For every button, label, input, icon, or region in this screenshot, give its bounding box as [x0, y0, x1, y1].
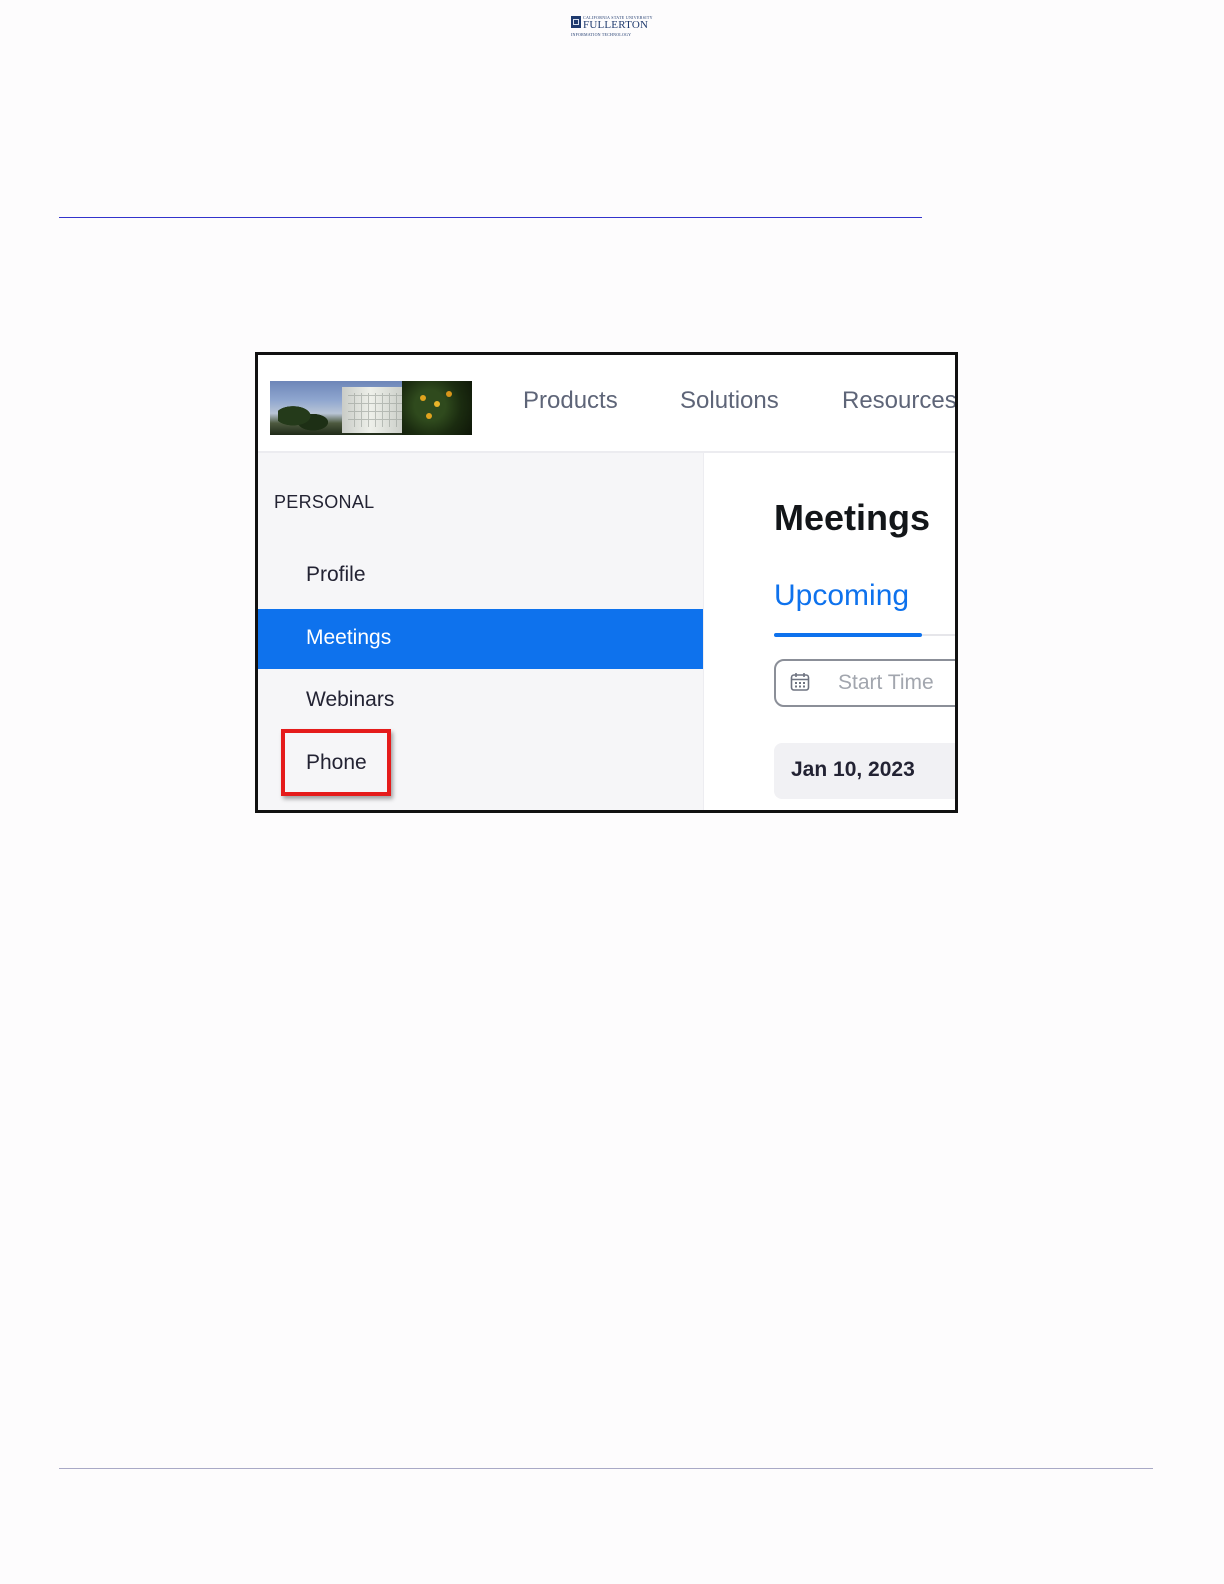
meeting-date-group: Jan 10, 2023 [774, 743, 955, 799]
sidebar-item-webinars[interactable]: Webinars [258, 671, 703, 731]
campus-photo-logo[interactable] [270, 381, 472, 435]
nav-resources[interactable]: Resources [842, 387, 955, 415]
site-header: Products Solutions Resources [258, 355, 955, 453]
instruction-screenshot: Products Solutions Resources PERSONAL Pr… [255, 352, 958, 813]
logo-line-2: FULLERTON [583, 19, 649, 31]
sidebar-item-meetings[interactable]: Meetings [258, 609, 703, 669]
sidebar-item-label: Profile [306, 563, 366, 586]
active-tab-indicator [774, 633, 922, 637]
sidebar-section-personal: PERSONAL [274, 492, 375, 512]
logo-line-3: INFORMATION TECHNOLOGY [571, 32, 632, 37]
sidebar-item-label: Webinars [306, 688, 395, 711]
main-content: Meetings Upcoming Start Time Jan 10, 202… [703, 453, 955, 810]
start-time-filter[interactable]: Start Time [774, 659, 955, 707]
sidebar: PERSONAL Profile Meetings Webinars Phone [258, 453, 703, 810]
phone-highlight-box [281, 729, 391, 796]
meeting-date-label: Jan 10, 2023 [791, 758, 915, 781]
calendar-icon [790, 673, 810, 691]
tab-rail [922, 634, 955, 636]
sidebar-item-profile[interactable]: Profile [258, 546, 703, 606]
header-divider [59, 217, 922, 218]
page-title: Meetings [774, 497, 931, 538]
start-time-placeholder: Start Time [838, 671, 934, 694]
university-seal-icon [571, 16, 581, 28]
nav-solutions[interactable]: Solutions [680, 387, 779, 415]
footer-divider [59, 1468, 1153, 1469]
csuf-it-logo: CALIFORNIA STATE UNIVERSITY FULLERTON IN… [569, 14, 652, 40]
nav-products[interactable]: Products [523, 387, 618, 415]
tab-upcoming[interactable]: Upcoming [774, 579, 909, 613]
sidebar-item-label: Meetings [306, 626, 392, 649]
